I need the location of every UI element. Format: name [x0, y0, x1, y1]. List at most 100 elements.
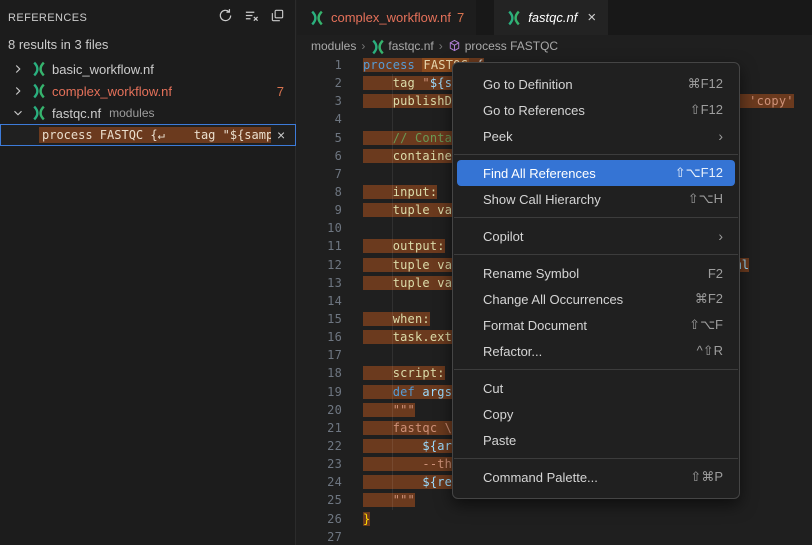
menu-item-label: Copilot [483, 229, 718, 244]
tab-bar: complex_workflow.nf 7 fastqc.nf × [297, 0, 812, 35]
line-number: 5 [297, 129, 351, 147]
nextflow-icon [31, 61, 47, 77]
line-number: 6 [297, 147, 351, 165]
file-row-fastqc.nf[interactable]: fastqc.nfmodules [0, 102, 296, 124]
code-line-26[interactable]: 26} [297, 510, 812, 528]
chevron-right-icon[interactable] [10, 83, 26, 99]
menu-item-copilot[interactable]: Copilot› [457, 223, 735, 249]
line-number: 9 [297, 201, 351, 219]
submenu-arrow-icon: › [718, 128, 723, 144]
menu-separator [454, 458, 738, 459]
code-token: input: [393, 185, 438, 199]
line-number: 23 [297, 455, 351, 473]
menu-item-label: Peek [483, 129, 718, 144]
code-token [363, 439, 422, 453]
code-token: """ [393, 493, 415, 507]
breadcrumb-separator: › [439, 39, 443, 53]
breadcrumb-label: process FASTQC [465, 39, 558, 53]
menu-item-cut[interactable]: Cut [457, 375, 735, 401]
breadcrumb-label: fastqc.nf [388, 39, 433, 53]
tab-problem-badge: 7 [457, 10, 464, 25]
chevron-right-icon[interactable] [10, 61, 26, 77]
results-tree: basic_workflow.nf complex_workflow.nf7 f… [0, 58, 296, 124]
menu-item-format-document[interactable]: Format Document⇧⌥F [457, 312, 735, 338]
refresh-button[interactable] [215, 8, 235, 28]
line-number: 16 [297, 328, 351, 346]
line-number: 22 [297, 437, 351, 455]
code-token [363, 493, 393, 507]
nextflow-icon [309, 10, 325, 26]
menu-item-rename-symbol[interactable]: Rename SymbolF2 [457, 260, 735, 286]
line-number: 13 [297, 274, 351, 292]
tab-fastqc.nf[interactable]: fastqc.nf × [494, 0, 608, 35]
code-token [363, 330, 393, 344]
menu-item-shortcut: ⇧⌥F [689, 317, 723, 333]
tab-label: fastqc.nf [528, 10, 577, 25]
code-token [363, 149, 393, 163]
code-token [363, 94, 393, 108]
code-token: when: [393, 312, 430, 326]
menu-item-refactor-[interactable]: Refactor...^⇧R [457, 338, 735, 364]
code-line-27[interactable]: 27 [297, 528, 812, 545]
menu-item-go-to-references[interactable]: Go to References⇧F12 [457, 97, 735, 123]
file-label: fastqc.nf [52, 106, 101, 121]
menu-item-shortcut: ⇧⌘P [690, 469, 723, 485]
context-menu: Go to Definition⌘F12Go to References⇧F12… [452, 62, 740, 499]
line-number: 12 [297, 256, 351, 274]
menu-item-copy[interactable]: Copy [457, 401, 735, 427]
code-token [363, 185, 393, 199]
nextflow-icon [31, 83, 47, 99]
line-number: 20 [297, 401, 351, 419]
breadcrumb-item-modules[interactable]: modules [311, 39, 356, 53]
menu-item-find-all-references[interactable]: Find All References⇧⌥F12 [457, 160, 735, 186]
file-row-basic_workflow.nf[interactable]: basic_workflow.nf [0, 58, 296, 80]
menu-item-label: Rename Symbol [483, 266, 708, 281]
code-token [363, 239, 393, 253]
chevron-down-icon[interactable] [10, 105, 26, 121]
menu-item-shortcut: ⇧⌥H [688, 191, 723, 207]
line-number: 26 [297, 510, 351, 528]
breadcrumb: modules› fastqc.nf› process FASTQC [297, 35, 812, 56]
menu-item-show-call-hierarchy[interactable]: Show Call Hierarchy⇧⌥H [457, 186, 735, 212]
code-token [363, 203, 393, 217]
line-number: 10 [297, 219, 351, 237]
code-token: container [393, 149, 460, 163]
code-token: tag [393, 76, 415, 90]
line-number: 15 [297, 310, 351, 328]
menu-item-go-to-definition[interactable]: Go to Definition⌘F12 [457, 71, 735, 97]
breadcrumb-item-fastqc.nf[interactable]: fastqc.nf [370, 39, 433, 53]
breadcrumb-item-process FASTQC[interactable]: process FASTQC [448, 39, 558, 53]
line-number: 4 [297, 110, 351, 128]
collapse-all-button[interactable] [267, 8, 287, 28]
line-number: 14 [297, 292, 351, 310]
menu-item-command-palette-[interactable]: Command Palette...⇧⌘P [457, 464, 735, 490]
line-number: 3 [297, 92, 351, 110]
menu-item-shortcut: ⌘F2 [695, 291, 723, 307]
menu-item-label: Show Call Hierarchy [483, 192, 688, 207]
code-token [363, 258, 393, 272]
code-token [363, 457, 422, 471]
line-number: 25 [297, 491, 351, 509]
code-token: tuple [393, 203, 430, 217]
clear-all-button[interactable] [241, 8, 261, 28]
line-number: 27 [297, 528, 351, 545]
refresh-icon [218, 8, 233, 28]
code-token [363, 366, 393, 380]
tab-complex_workflow.nf[interactable]: complex_workflow.nf 7 [297, 0, 476, 35]
file-row-complex_workflow.nf[interactable]: complex_workflow.nf7 [0, 80, 296, 102]
menu-item-label: Change All Occurrences [483, 292, 695, 307]
nextflow-icon [31, 105, 47, 121]
menu-separator [454, 154, 738, 155]
result-close-icon[interactable]: × [277, 128, 285, 142]
code-token [363, 312, 393, 326]
menu-item-label: Refactor... [483, 344, 697, 359]
menu-item-change-all-occurrences[interactable]: Change All Occurrences⌘F2 [457, 286, 735, 312]
result-row[interactable]: process FASTQC {↵ tag "${samp... × [0, 124, 296, 146]
tab-close-icon[interactable]: × [587, 9, 596, 26]
menu-item-peek[interactable]: Peek› [457, 123, 735, 149]
menu-item-paste[interactable]: Paste [457, 427, 735, 453]
tab-label: complex_workflow.nf [331, 10, 451, 25]
clear-list-icon [244, 8, 259, 28]
line-number: 1 [297, 56, 351, 74]
count-badge: 7 [277, 84, 284, 99]
